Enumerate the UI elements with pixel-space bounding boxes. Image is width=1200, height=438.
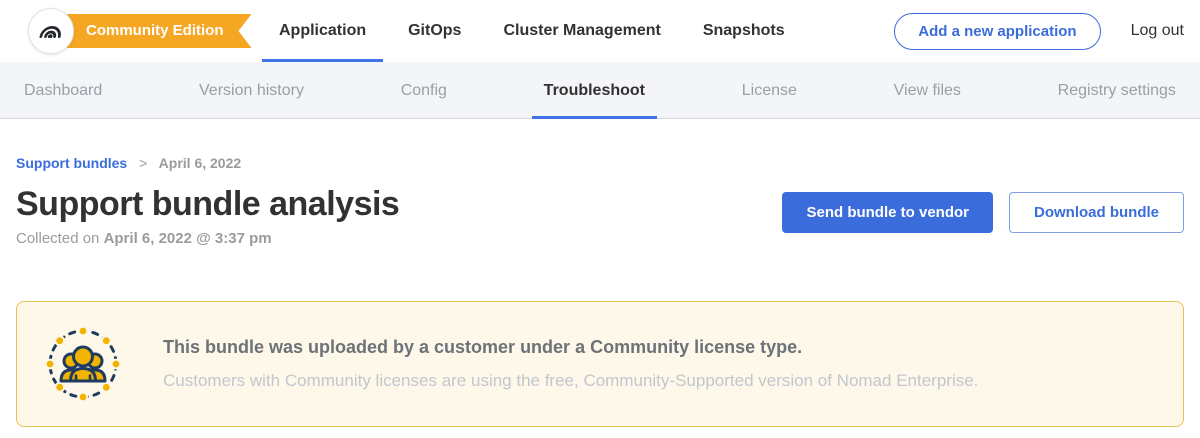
replicated-logo-icon — [38, 16, 64, 47]
breadcrumb-separator: > — [139, 155, 147, 171]
main-content: Support bundles > April 6, 2022 Support … — [0, 155, 1200, 427]
top-bar-right: Add a new application Log out — [894, 0, 1200, 62]
page-header: Support bundle analysis Collected on Apr… — [16, 186, 1184, 247]
subnav-item-view-files[interactable]: View files — [882, 62, 973, 119]
subnav-item-dashboard[interactable]: Dashboard — [12, 62, 114, 119]
community-edition-ribbon: Community Edition — [50, 14, 252, 48]
banner-subtitle: Customers with Community licenses are us… — [163, 371, 978, 391]
subnav-item-config[interactable]: Config — [389, 62, 459, 119]
log-out-link[interactable]: Log out — [1131, 22, 1184, 40]
primary-nav: Application GitOps Cluster Management Sn… — [262, 0, 802, 62]
app-logo[interactable] — [28, 8, 74, 54]
breadcrumb-support-bundles-link[interactable]: Support bundles — [16, 155, 127, 171]
download-bundle-button[interactable]: Download bundle — [1009, 192, 1184, 233]
banner-text: This bundle was uploaded by a customer u… — [163, 337, 978, 391]
subnav-item-license[interactable]: License — [730, 62, 809, 119]
page-title: Support bundle analysis — [16, 186, 399, 223]
community-people-icon — [43, 324, 123, 404]
app-subnav: Dashboard Version history Config Trouble… — [0, 62, 1200, 119]
collected-datetime: April 6, 2022 @ 3:37 pm — [104, 230, 272, 247]
subnav-item-troubleshoot[interactable]: Troubleshoot — [532, 62, 657, 119]
subnav-item-version-history[interactable]: Version history — [187, 62, 316, 119]
top-nav-item-snapshots[interactable]: Snapshots — [686, 0, 802, 62]
breadcrumb: Support bundles > April 6, 2022 — [16, 155, 1184, 171]
page-header-actions: Send bundle to vendor Download bundle — [782, 186, 1184, 233]
add-new-application-button[interactable]: Add a new application — [894, 13, 1100, 50]
page-header-left: Support bundle analysis Collected on Apr… — [16, 186, 399, 247]
send-bundle-to-vendor-button[interactable]: Send bundle to vendor — [782, 192, 993, 233]
collected-prefix: Collected on — [16, 230, 104, 247]
top-nav-item-application[interactable]: Application — [262, 0, 383, 62]
collected-timestamp: Collected on April 6, 2022 @ 3:37 pm — [16, 230, 399, 247]
subnav-item-registry-settings[interactable]: Registry settings — [1046, 62, 1188, 119]
top-nav-item-gitops[interactable]: GitOps — [391, 0, 478, 62]
top-nav-item-cluster-management[interactable]: Cluster Management — [486, 0, 677, 62]
breadcrumb-current: April 6, 2022 — [159, 155, 242, 171]
brand: Community Edition — [0, 0, 262, 62]
banner-title: This bundle was uploaded by a customer u… — [163, 337, 978, 358]
top-bar: Community Edition Application GitOps Clu… — [0, 0, 1200, 62]
community-license-banner: This bundle was uploaded by a customer u… — [16, 301, 1184, 427]
